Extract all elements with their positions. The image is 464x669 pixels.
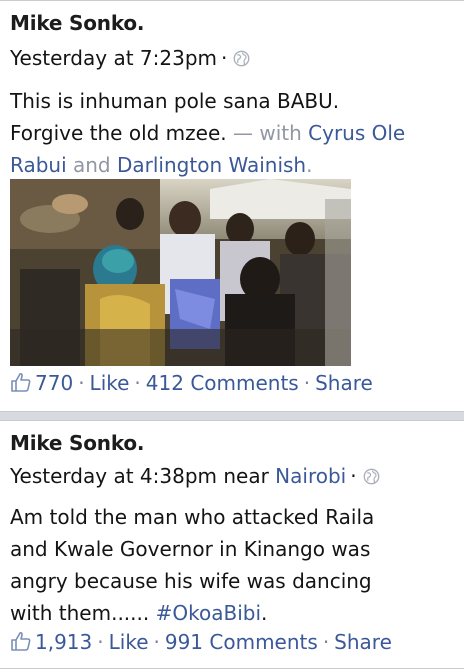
- crowd-photo-image: [10, 179, 351, 366]
- post-text-line: This is inhuman pole sana BABU.: [10, 89, 340, 113]
- separator-dot: ·: [350, 464, 357, 488]
- post-card: Mike Sonko. Yesterday at 7:23pm · This is…: [0, 0, 464, 412]
- like-button[interactable]: Like: [109, 630, 149, 654]
- post-card: Mike Sonko. Yesterday at 4:38pm near Nai…: [0, 420, 464, 669]
- like-button[interactable]: Like: [90, 371, 130, 395]
- tagged-person-link[interactable]: Darlington Wainish: [117, 153, 306, 177]
- comments-link[interactable]: 991 Comments: [165, 630, 318, 654]
- post-author[interactable]: Mike Sonko.: [10, 431, 145, 455]
- hashtag-end: .: [261, 601, 268, 625]
- post-text: This is inhuman pole sana BABU. Forgive …: [10, 85, 458, 181]
- globe-icon: [363, 468, 379, 485]
- like-count[interactable]: 770: [35, 371, 73, 395]
- with-prefix: — with: [232, 121, 302, 145]
- post-text-segment: Forgive the old mzee.: [10, 121, 227, 145]
- post-timestamp[interactable]: Yesterday at 4:38pm near: [10, 464, 269, 488]
- thumbs-up-icon: [11, 372, 31, 392]
- separator-dot: ·: [97, 630, 104, 654]
- location-link[interactable]: Nairobi: [275, 464, 346, 488]
- post-timestamp[interactable]: Yesterday at 7:23pm: [10, 46, 217, 70]
- post-author[interactable]: Mike Sonko.: [10, 11, 145, 35]
- post-text-line: Rabui and Darlington Wainish.: [10, 149, 458, 181]
- tag-end: .: [306, 153, 313, 177]
- tagged-person-link-cont[interactable]: Rabui: [10, 153, 67, 177]
- post-actions: 770 · Like · 412 Comments · Share: [10, 371, 373, 395]
- separator-dot: ·: [134, 371, 141, 395]
- post-text-line: Am told the man who attacked Raila: [10, 505, 375, 529]
- thumbs-up-icon: [11, 631, 31, 651]
- globe-icon: [233, 50, 250, 67]
- comments-link[interactable]: 412 Comments: [146, 371, 299, 395]
- post-text-line: and Kwale Governor in Kinango was: [10, 537, 371, 561]
- post-text: Am told the man who attacked Raila and K…: [10, 501, 458, 629]
- post-meta: Yesterday at 4:38pm near Nairobi ·: [10, 464, 380, 488]
- tagged-person-link[interactable]: Cyrus Ole: [308, 121, 405, 145]
- post-actions: 1,913 · Like · 991 Comments · Share: [10, 630, 392, 654]
- like-count[interactable]: 1,913: [35, 630, 92, 654]
- separator-dot: ·: [78, 371, 85, 395]
- separator-dot: ·: [303, 371, 311, 395]
- post-text-line: angry because his wife was dancing: [10, 569, 372, 593]
- separator-dot: ·: [153, 630, 160, 654]
- and-word: and: [73, 153, 111, 177]
- hashtag-link[interactable]: #OkoaBibi: [156, 601, 261, 625]
- separator-dot: ·: [322, 630, 330, 654]
- post-text-segment: with them......: [10, 601, 150, 625]
- post-text-line: with them...... #OkoaBibi.: [10, 597, 458, 629]
- share-button[interactable]: Share: [315, 371, 373, 395]
- share-button[interactable]: Share: [334, 630, 392, 654]
- separator-dot: ·: [221, 46, 228, 70]
- post-text-line: Forgive the old mzee. — with Cyrus Ole: [10, 117, 458, 149]
- post-meta: Yesterday at 7:23pm ·: [10, 46, 250, 70]
- post-photo[interactable]: [10, 179, 351, 366]
